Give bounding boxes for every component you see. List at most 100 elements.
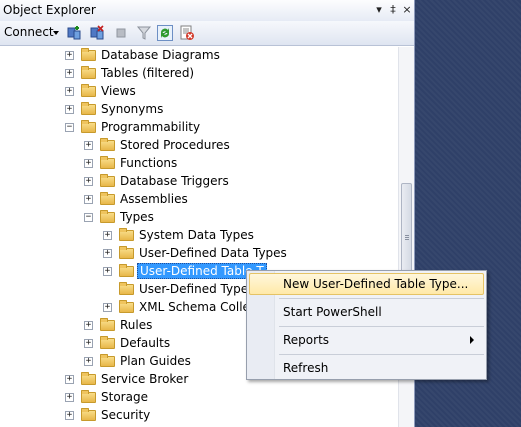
collapse-icon[interactable]: − — [84, 213, 93, 222]
expand-icon[interactable]: + — [84, 357, 93, 366]
menu-item[interactable]: Refresh — [249, 357, 484, 379]
expand-icon[interactable]: + — [65, 87, 74, 96]
tree-node[interactable]: + Functions — [0, 155, 398, 173]
menu-separator — [279, 326, 484, 327]
auto-hide-pin-icon[interactable]: ‡ — [386, 2, 400, 17]
tree-node[interactable]: + Security — [0, 407, 398, 425]
expand-icon[interactable]: + — [84, 141, 93, 150]
tree-node-label: User-Defined Data Types — [139, 246, 287, 260]
tree-node-label: Assemblies — [120, 192, 188, 206]
tree-node-label: Security — [101, 408, 151, 422]
chevron-down-icon[interactable] — [53, 31, 59, 35]
tree-node-label: Types — [120, 210, 154, 224]
folder-icon — [119, 228, 134, 241]
expand-icon[interactable]: + — [65, 51, 74, 60]
tree-node-label: Functions — [120, 156, 178, 170]
folder-icon — [81, 408, 96, 421]
menu-item[interactable]: New User-Defined Table Type... — [249, 273, 484, 295]
tree-node-label: Programmability — [101, 120, 201, 134]
summary-icon[interactable] — [179, 25, 195, 41]
tree-node-label: Stored Procedures — [120, 138, 230, 152]
folder-icon — [81, 120, 96, 133]
filter-icon[interactable] — [136, 25, 152, 41]
folder-icon — [81, 84, 96, 97]
menu-item-label: Reports — [283, 333, 330, 347]
tree-node[interactable]: + User-Defined Data Types — [0, 245, 398, 263]
expand-icon[interactable]: + — [84, 159, 93, 168]
folder-icon — [119, 300, 134, 313]
tree-node-label: System Data Types — [139, 228, 254, 242]
expand-icon[interactable]: + — [65, 411, 74, 420]
collapse-icon[interactable]: − — [65, 123, 74, 132]
tree-node[interactable]: + System Data Types — [0, 227, 398, 245]
folder-icon — [81, 66, 96, 79]
scrollbar-grip — [405, 235, 409, 236]
menu-item-label: Refresh — [283, 361, 329, 375]
tree-node[interactable]: + Stored Procedures — [0, 137, 398, 155]
folder-icon — [81, 390, 96, 403]
context-menu: New User-Defined Table Type... Start Powe… — [246, 270, 487, 380]
tree-node-label: XML Schema Collect — [139, 300, 262, 314]
refresh-icon[interactable] — [157, 25, 173, 41]
folder-icon — [100, 210, 115, 223]
tree-node-label: Rules — [120, 318, 153, 332]
scrollbar-grip — [405, 237, 409, 238]
tree-node[interactable]: − Programmability — [0, 119, 398, 137]
window-position-icon[interactable]: ▾ — [372, 2, 386, 17]
expand-icon[interactable]: + — [84, 339, 93, 348]
tree-node[interactable]: + Assemblies — [0, 191, 398, 209]
folder-icon — [81, 372, 96, 385]
menu-item-label: New User-Defined Table Type... — [283, 277, 469, 291]
tree-node-label: Database Triggers — [120, 174, 229, 188]
expand-icon[interactable]: + — [65, 393, 74, 402]
menu-item-label: Start PowerShell — [283, 305, 382, 319]
folder-icon — [81, 102, 96, 115]
scrollbar-grip — [405, 239, 409, 240]
folder-icon — [100, 354, 115, 367]
tree-node[interactable]: + Tables (filtered) — [0, 65, 398, 83]
menu-item[interactable]: Start PowerShell — [249, 301, 484, 323]
expand-icon[interactable]: + — [65, 105, 74, 114]
connect-button[interactable]: Connect — [4, 25, 54, 39]
expand-icon[interactable]: + — [103, 267, 112, 276]
tree-node-label: Database Diagrams — [101, 48, 220, 62]
chevron-right-icon — [470, 336, 474, 344]
tree-node[interactable]: + Synonyms — [0, 101, 398, 119]
menu-separator — [279, 298, 484, 299]
tree-node-label: User-Defined Types — [139, 282, 255, 296]
menu-item[interactable]: Reports — [249, 329, 484, 351]
connect-object-icon[interactable] — [66, 25, 82, 41]
folder-icon — [119, 246, 134, 259]
tree-node[interactable]: + Database Diagrams — [0, 47, 398, 65]
folder-icon — [119, 282, 134, 295]
tree-node-label: Service Broker — [101, 372, 189, 386]
close-icon[interactable]: × — [400, 2, 414, 17]
expand-icon[interactable]: + — [65, 69, 74, 78]
disconnect-icon[interactable] — [89, 25, 105, 41]
expand-icon[interactable]: + — [65, 375, 74, 384]
expand-icon[interactable]: + — [84, 177, 93, 186]
tree-node-label: Defaults — [120, 336, 171, 350]
folder-icon — [119, 264, 134, 277]
folder-icon — [81, 48, 96, 61]
stop-icon[interactable] — [113, 25, 129, 41]
folder-icon — [100, 318, 115, 331]
folder-icon — [100, 336, 115, 349]
tree-node[interactable]: − Types — [0, 209, 398, 227]
tree-node-label: Synonyms — [101, 102, 164, 116]
tree-node[interactable]: + Database Triggers — [0, 173, 398, 191]
folder-icon — [100, 156, 115, 169]
expand-icon[interactable]: + — [103, 231, 112, 240]
expand-icon[interactable]: + — [84, 195, 93, 204]
tree-node-label: Tables (filtered) — [101, 66, 195, 80]
expand-icon[interactable]: + — [84, 321, 93, 330]
menu-separator — [279, 354, 484, 355]
tree-node[interactable]: + Views — [0, 83, 398, 101]
expand-icon[interactable]: + — [103, 249, 112, 258]
folder-icon — [100, 174, 115, 187]
folder-icon — [100, 138, 115, 151]
panel-titlebar: Object Explorer ▾ ‡ × — [0, 0, 414, 22]
expand-icon[interactable]: + — [103, 303, 112, 312]
tree-node[interactable]: + Storage — [0, 389, 398, 407]
panel-title: Object Explorer — [3, 3, 96, 17]
